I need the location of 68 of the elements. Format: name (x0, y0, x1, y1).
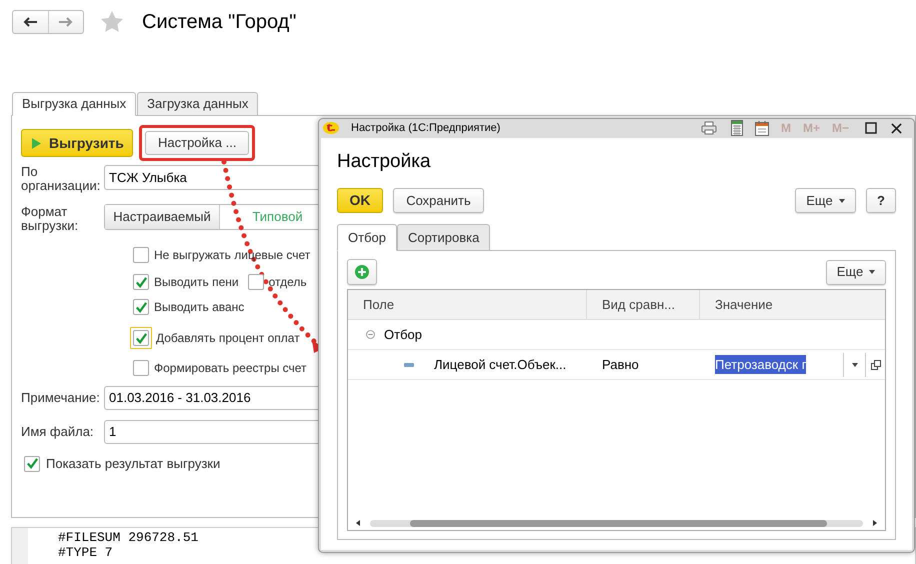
back-arrow-icon (23, 17, 38, 27)
option-label: Формировать реестры счет (154, 360, 307, 377)
checkbox[interactable] (133, 274, 149, 290)
window-title: Система "Город" (142, 10, 296, 35)
table-cell-text: Равно (601, 356, 640, 374)
star-icon[interactable] (100, 10, 124, 34)
checkbox[interactable] (133, 299, 149, 315)
output-line: #TYPE 7 (58, 545, 114, 560)
caret-icon (838, 198, 845, 202)
add-icon (355, 265, 369, 279)
scrollbar-track[interactable] (370, 520, 863, 526)
app-logo-icon (323, 122, 339, 134)
table-cell-text: Отбор (384, 326, 422, 344)
more-button[interactable]: Еще (795, 188, 856, 213)
field-label: Имя файла: (21, 425, 95, 439)
checkbox[interactable] (133, 247, 149, 263)
column-header[interactable]: Поле (348, 290, 587, 319)
format-option[interactable]: Настраиваемый (105, 205, 220, 229)
column-header[interactable]: Значение (700, 290, 885, 319)
open-icon[interactable] (870, 360, 880, 370)
checkbox[interactable] (24, 456, 40, 472)
export-button[interactable]: Выгрузить (21, 129, 133, 157)
printer-icon[interactable] (700, 121, 717, 136)
option-label: Не выгружать лицевые счет (154, 247, 310, 264)
scrollbar-thumb[interactable] (410, 520, 827, 526)
option-label: Выводить аванс (154, 299, 244, 316)
output-line: #FILESUM 296728.51 (58, 530, 198, 545)
save-button[interactable]: Сохранить (393, 188, 484, 213)
dialog-title: Настройка (1С:Предприятие) (351, 121, 500, 136)
usage-icon[interactable] (404, 362, 414, 366)
field-label: Формат выгрузки: (21, 205, 80, 233)
forward-arrow-icon (58, 17, 73, 27)
option-label: Выводить пени (154, 274, 239, 291)
play-icon (32, 138, 41, 148)
option-label: Добавлять процент оплат (156, 330, 300, 347)
more-button[interactable]: Еще (826, 260, 886, 284)
checkbox[interactable] (248, 274, 264, 290)
field-label: Примечание: (21, 391, 101, 405)
collapse-icon[interactable] (366, 330, 375, 339)
help-button[interactable]: ? (866, 188, 896, 213)
tab[interactable]: Отбор (337, 224, 397, 251)
selected-value: Петрозаводск г (715, 354, 806, 374)
checkbox[interactable] (133, 360, 149, 376)
tab[interactable]: Сортировка (396, 224, 490, 251)
maximize-icon[interactable] (865, 122, 877, 134)
scroll-left-icon[interactable] (356, 520, 360, 526)
settings-button[interactable]: Настройка ... (145, 131, 250, 155)
field-value: 01.03.2016 - 31.03.2016 (108, 389, 251, 408)
option-label: Показать результат выгрузки (46, 455, 220, 473)
column-header[interactable]: Вид сравн... (587, 290, 700, 319)
add-button[interactable] (347, 259, 377, 285)
dropdown-icon[interactable] (852, 362, 858, 366)
caret-icon (869, 270, 876, 274)
scroll-right-icon[interactable] (873, 520, 877, 526)
ok-button[interactable]: OK (337, 188, 383, 213)
option-label: отдель (268, 274, 307, 291)
field-value: ТСЖ Улыбка (108, 168, 188, 187)
tab[interactable]: Загрузка данных (137, 92, 258, 116)
dialog-heading: Настройка (337, 150, 432, 174)
value-field[interactable]: Петрозаводск г (700, 350, 885, 378)
tab[interactable]: Выгрузка данных (12, 92, 136, 116)
field-value: 1 (108, 423, 116, 442)
close-icon[interactable] (891, 122, 902, 134)
line-gutter (12, 528, 28, 564)
calculator-icon[interactable] (730, 120, 743, 136)
table-cell-text: Лицевой счет.Объек... (434, 356, 566, 374)
field-label: По организации: (21, 165, 102, 193)
calendar-icon[interactable] (754, 120, 769, 136)
